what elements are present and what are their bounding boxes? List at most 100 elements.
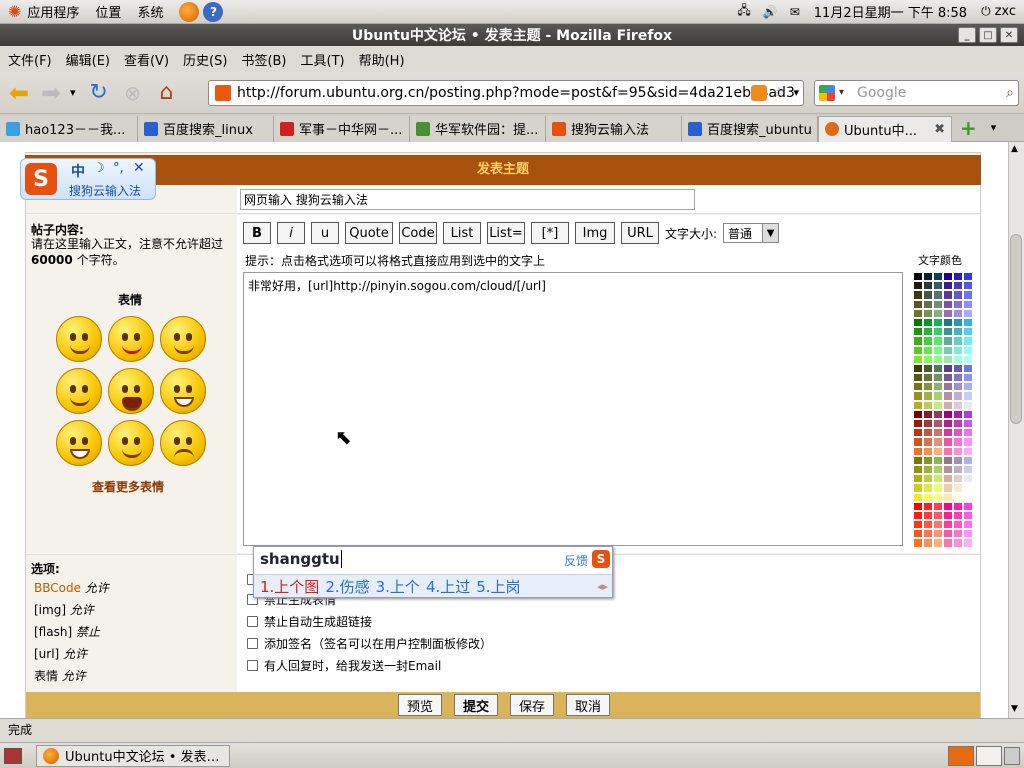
search-icon[interactable]: ⌕ [1006,81,1014,105]
ime-feedback-link[interactable]: 反馈 [564,552,588,569]
color-swatch[interactable] [923,327,933,337]
color-swatch[interactable] [953,446,963,456]
mail-icon[interactable]: ✉ [790,5,800,19]
color-swatch[interactable] [953,501,963,511]
maximize-icon[interactable]: □ [979,27,997,43]
color-swatch[interactable] [913,272,923,282]
color-swatch[interactable] [933,272,943,282]
color-swatch[interactable] [963,428,973,438]
ime-candidate-4[interactable]: 4.上过 [426,576,470,597]
power-icon[interactable]: ⏻ [981,4,991,19]
color-swatch[interactable] [963,446,973,456]
color-swatch[interactable] [943,409,953,419]
clock[interactable]: 11月2日星期一 下午 8:58 [814,2,967,21]
color-swatch[interactable] [963,317,973,328]
trash-icon[interactable] [1004,746,1020,765]
color-swatch[interactable] [943,354,953,364]
color-swatch[interactable] [913,400,923,410]
color-swatch[interactable] [963,538,973,548]
color-swatch[interactable] [953,272,963,282]
color-swatch[interactable] [933,419,943,429]
color-swatch[interactable] [933,373,943,383]
color-swatch[interactable] [953,529,963,539]
code-button[interactable]: Code [399,222,437,244]
color-swatch[interactable] [963,327,973,337]
color-swatch[interactable] [943,510,953,521]
color-swatch[interactable] [913,409,923,419]
rss-icon[interactable] [751,85,767,101]
color-swatch[interactable] [943,327,953,337]
submit-button[interactable]: 提交 [454,694,499,716]
taskbar-window-button[interactable]: Ubuntu中文论坛 • 发表… [36,744,230,767]
color-swatch[interactable] [923,363,933,374]
color-swatch[interactable] [963,373,973,383]
menu-applications[interactable]: 应用程序 [27,2,79,21]
color-swatch[interactable] [943,345,953,355]
color-swatch[interactable] [933,290,943,300]
forward-icon[interactable]: ➡ [38,79,64,107]
smiley-4[interactable] [56,368,102,414]
color-swatch[interactable] [943,538,953,548]
color-swatch[interactable] [923,437,933,447]
search-engine-dropdown-icon[interactable]: ▾ [839,81,844,105]
color-swatch[interactable] [933,336,943,346]
color-swatch[interactable] [943,474,953,484]
window-titlebar[interactable]: Ubuntu中文论坛 • 发表主题 - Mozilla Firefox _ □ … [0,24,1024,46]
tab-sogou-cloud[interactable]: 搜狗云输入法 [546,115,682,142]
color-swatch[interactable] [953,354,963,364]
firefox-launcher-icon[interactable] [179,1,200,22]
color-swatch[interactable] [943,400,953,410]
list-item-button[interactable]: [*] [531,222,569,244]
color-swatch[interactable] [943,419,953,429]
color-swatch[interactable] [923,464,933,475]
color-swatch[interactable] [933,437,943,447]
attach-signature-checkbox[interactable] [247,637,258,649]
color-swatch[interactable] [963,501,973,511]
color-swatch[interactable] [953,299,963,309]
color-swatch[interactable] [953,520,963,530]
color-swatch[interactable] [913,317,923,328]
color-swatch[interactable] [943,363,953,374]
color-swatch[interactable] [913,363,923,374]
color-swatch[interactable] [943,464,953,475]
more-smileys-link[interactable]: 查看更多表情 [92,478,164,495]
color-swatch[interactable] [943,428,953,438]
color-swatch[interactable] [913,529,923,539]
color-swatch[interactable] [963,529,973,539]
underline-button[interactable]: u [311,222,339,244]
color-swatch[interactable] [923,474,933,484]
close-icon[interactable]: ✕ [1000,27,1018,43]
site-identity-icon[interactable] [215,85,231,101]
color-swatch[interactable] [953,327,963,337]
color-swatch[interactable] [953,492,963,502]
new-tab-icon[interactable]: + [960,116,977,140]
color-swatch[interactable] [943,336,953,346]
color-swatch[interactable] [943,308,953,318]
color-swatch[interactable] [913,373,923,383]
color-swatch[interactable] [943,455,953,465]
smiley-5[interactable] [108,368,154,414]
color-swatch[interactable] [953,483,963,493]
menu-history[interactable]: 历史(S) [183,50,227,69]
smiley-6[interactable] [160,368,206,414]
list-ordered-button[interactable]: List= [487,222,525,244]
color-swatch[interactable] [913,299,923,309]
color-swatch[interactable] [953,391,963,401]
smiley-1[interactable] [56,316,102,362]
subject-input[interactable] [240,189,695,210]
color-swatch[interactable] [933,308,943,318]
color-swatch[interactable] [933,354,943,364]
color-swatch[interactable] [913,281,923,291]
volume-icon[interactable]: 🔊 [763,5,778,19]
color-swatch[interactable] [913,327,923,337]
color-swatch[interactable] [953,464,963,475]
color-swatch[interactable] [963,455,973,465]
color-swatch[interactable] [933,538,943,548]
color-swatch[interactable] [933,483,943,493]
menu-tools[interactable]: 工具(T) [301,50,345,69]
color-swatch[interactable] [923,520,933,530]
color-swatch[interactable] [933,299,943,309]
ime-candidate-2[interactable]: 2.伤感 [325,576,369,597]
color-swatch[interactable] [923,483,933,493]
tab-china-military[interactable]: 军事－中华网－... [274,115,410,142]
